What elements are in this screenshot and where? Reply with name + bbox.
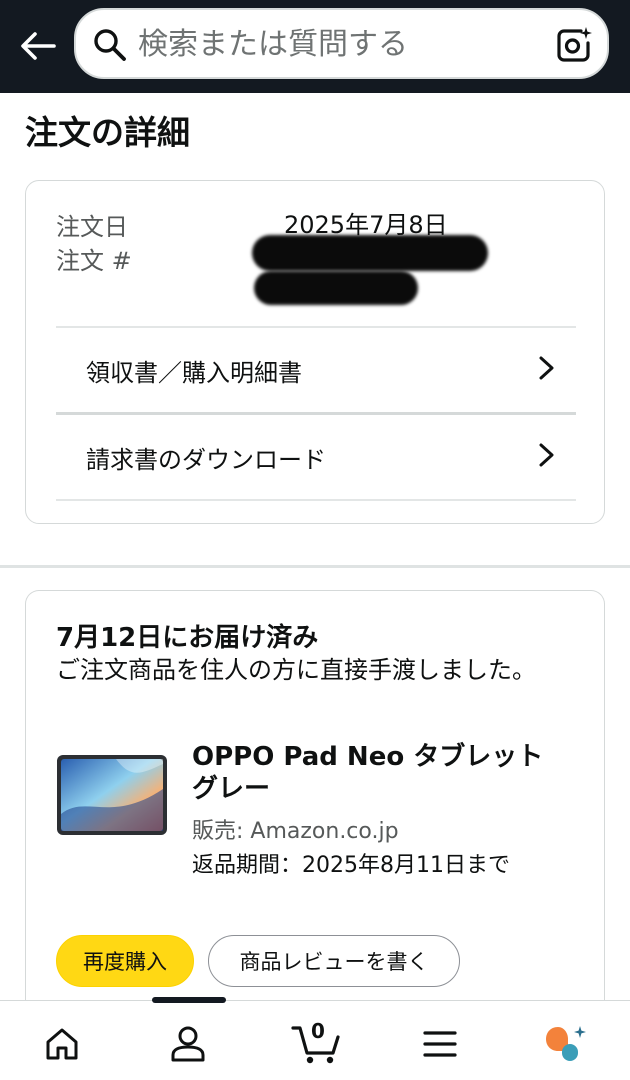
rufus-assistant-icon xyxy=(546,1026,586,1061)
order-number-label: 注文 # xyxy=(56,247,132,275)
home-icon xyxy=(46,1028,78,1060)
tablet-image xyxy=(57,755,167,835)
order-details-page: 注文の詳細 注文日 注文 # 2025年7月8日 領収書／購入明細書 請求書のダ… xyxy=(0,0,630,1080)
product-title-line2: グレー xyxy=(192,774,271,804)
invoice-download-link[interactable]: 請求書のダウンロード xyxy=(56,416,576,496)
nav-menu[interactable] xyxy=(410,1019,470,1069)
bottom-nav: 0 xyxy=(0,997,630,1080)
search-box[interactable] xyxy=(74,8,609,79)
divider xyxy=(56,499,576,501)
nav-account[interactable] xyxy=(158,1019,218,1069)
menu-icon xyxy=(423,1031,457,1057)
arrow-left-icon xyxy=(21,32,56,60)
search-input[interactable] xyxy=(138,18,548,70)
receipt-link-label: 領収書／購入明細書 xyxy=(86,359,302,387)
seller-label: 販売: Amazon.co.jp xyxy=(192,819,399,844)
chevron-right-icon xyxy=(539,443,554,467)
nav-home[interactable] xyxy=(32,1019,92,1069)
divider xyxy=(56,326,576,328)
divider xyxy=(56,412,576,415)
page-title: 注文の詳細 xyxy=(25,113,190,152)
order-summary-card: 注文日 注文 # 2025年7月8日 領収書／購入明細書 請求書のダウンロード xyxy=(25,180,605,524)
write-review-button[interactable]: 商品レビューを書く xyxy=(208,935,460,987)
order-date-label: 注文日 xyxy=(56,213,128,241)
nav-active-indicator xyxy=(152,997,226,1003)
nav-cart[interactable]: 0 xyxy=(286,1019,346,1069)
top-search-bar xyxy=(0,0,630,93)
order-number-redaction xyxy=(254,271,418,305)
product-title[interactable]: OPPO Pad Neo タブレット グレー xyxy=(192,741,582,805)
product-image[interactable] xyxy=(56,754,168,836)
chevron-right-icon xyxy=(539,356,554,380)
section-separator xyxy=(0,565,630,568)
buy-again-button[interactable]: 再度購入 xyxy=(56,935,194,987)
return-window: 返品期間：2025年8月11日まで xyxy=(192,853,510,878)
account-icon xyxy=(171,1026,205,1062)
nav-rufus-assistant[interactable] xyxy=(536,1019,596,1069)
search-icon xyxy=(94,29,126,61)
invoice-download-label: 請求書のダウンロード xyxy=(86,446,326,474)
delivery-status: 7月12日にお届け済み xyxy=(56,623,319,653)
receipt-link[interactable]: 領収書／購入明細書 xyxy=(56,329,576,409)
cart-count: 0 xyxy=(311,1019,325,1043)
product-title-line1: OPPO Pad Neo タブレット xyxy=(192,742,544,772)
order-number-redaction xyxy=(252,235,488,271)
back-button[interactable] xyxy=(16,24,60,68)
camera-lens-icon[interactable] xyxy=(555,26,593,64)
delivery-note: ご注文商品を住人の方に直接手渡しました。 xyxy=(56,656,536,684)
